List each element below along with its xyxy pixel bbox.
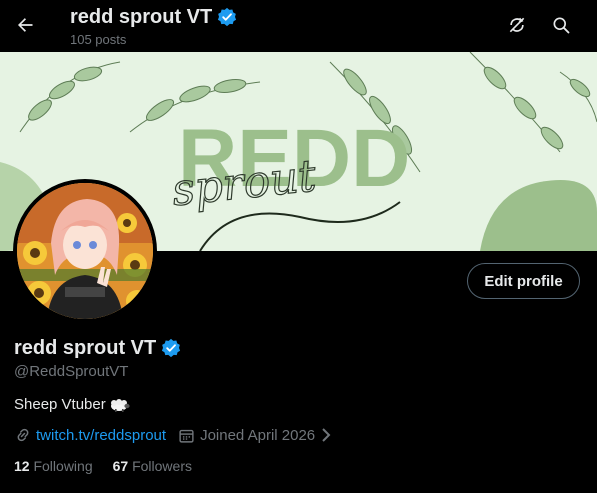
- top-bar: redd sprout VT 105 posts: [0, 0, 597, 52]
- no-sync-icon: [509, 17, 525, 33]
- arrow-left-icon: [18, 18, 33, 32]
- search-button[interactable]: [544, 8, 578, 42]
- display-name: redd sprout VT: [14, 337, 157, 359]
- profile-name-row: redd sprout VT: [14, 336, 181, 360]
- following-count: 12: [14, 458, 30, 474]
- chevron-right-icon: [322, 428, 331, 442]
- bio-text: Sheep Vtuber: [14, 396, 106, 413]
- back-button[interactable]: [8, 8, 42, 42]
- avatar-image: [17, 183, 153, 319]
- joined-date[interactable]: Joined April 2026: [178, 427, 332, 444]
- profile-meta-row: twitch.tv/reddsprout Joined April 2026: [14, 426, 332, 444]
- link-icon: [17, 428, 29, 442]
- following-link[interactable]: 12 Following: [14, 458, 93, 474]
- header-title-block: redd sprout VT 105 posts: [70, 4, 237, 47]
- posts-count: 105 posts: [70, 32, 127, 47]
- verified-badge-icon[interactable]: [161, 338, 181, 358]
- profile-handle: @ReddSproutVT: [14, 363, 129, 380]
- sheep-emoji-icon: [110, 398, 130, 412]
- profile-bio: Sheep Vtuber: [14, 396, 130, 413]
- edit-profile-button[interactable]: Edit profile: [467, 263, 580, 299]
- followers-link[interactable]: 67 Followers: [113, 458, 192, 474]
- followers-count: 67: [112, 458, 129, 474]
- follow-stats: 12 Following 67 Followers: [14, 458, 192, 474]
- joined-text: Joined April 2026: [200, 426, 316, 444]
- search-icon: [553, 17, 570, 34]
- header-title: redd sprout VT: [70, 6, 213, 28]
- calendar-icon: [179, 429, 194, 443]
- no-sync-button[interactable]: [500, 8, 534, 42]
- followers-label: Followers: [132, 458, 192, 474]
- profile-link[interactable]: twitch.tv/reddsprout: [36, 427, 166, 444]
- verified-badge-icon: [218, 7, 237, 27]
- avatar[interactable]: [13, 179, 157, 323]
- following-label: Following: [33, 458, 93, 474]
